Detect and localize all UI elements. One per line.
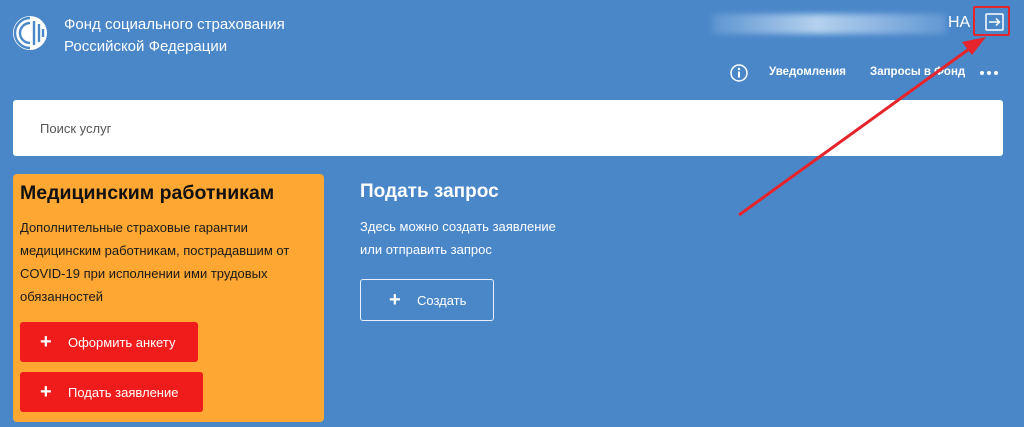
submit-request-description: Здесь можно создать заявление или отправ… <box>360 215 556 261</box>
fill-form-button[interactable]: + Оформить анкету <box>20 322 198 362</box>
card-title: Медицинским работникам <box>20 182 275 204</box>
fss-logo-icon <box>13 16 47 50</box>
info-icon[interactable] <box>730 64 748 82</box>
submit-application-button[interactable]: + Подать заявление <box>20 372 203 412</box>
search-bar[interactable] <box>13 100 1003 156</box>
fill-form-button-label: Оформить анкету <box>68 334 176 350</box>
org-name-line2: Российской Федерации <box>64 38 228 55</box>
org-name-line1: Фонд социального страхования <box>64 16 285 33</box>
user-initials[interactable]: НА <box>948 14 970 32</box>
logout-highlight-annotation <box>973 6 1010 36</box>
submit-application-button-label: Подать заявление <box>68 384 179 400</box>
create-button-label: Создать <box>417 292 467 308</box>
plus-icon: + <box>40 331 52 353</box>
submit-request-title: Подать запрос <box>360 181 499 202</box>
create-button[interactable]: + Создать <box>360 279 494 321</box>
plus-icon: + <box>389 289 401 311</box>
card-description: Дополнительные страховые гарантии медици… <box>20 220 290 304</box>
organization-name[interactable]: Фонд социального страхования Российской … <box>64 14 285 58</box>
user-name-blurred[interactable] <box>712 14 946 34</box>
nav-notifications[interactable]: Уведомления <box>769 66 846 78</box>
submit-request-description-line2: или отправить запрос <box>360 242 492 257</box>
nav-requests[interactable]: Запросы в Фонд <box>870 66 965 78</box>
submit-request-description-line1: Здесь можно создать заявление <box>360 219 556 234</box>
more-horizontal-icon[interactable] <box>979 64 999 80</box>
medical-workers-card: Медицинским работникам Дополнительные ст… <box>13 174 324 422</box>
search-input[interactable] <box>13 100 1003 156</box>
plus-icon: + <box>40 381 52 403</box>
